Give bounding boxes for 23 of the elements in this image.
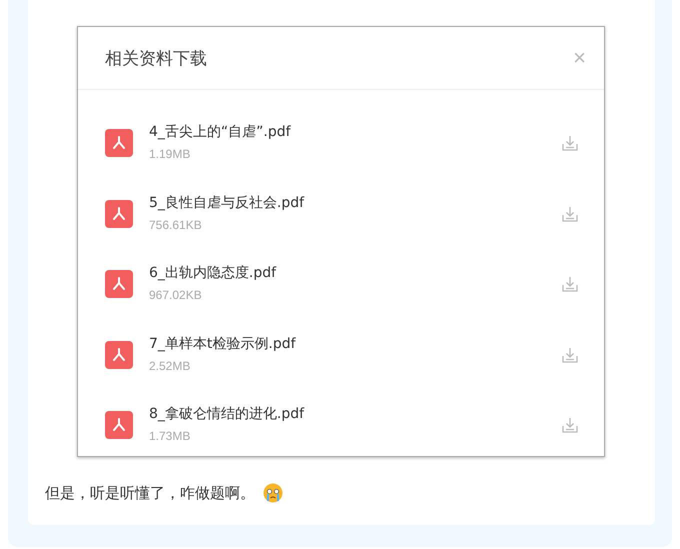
dialog-title: 相关资料下载: [105, 48, 207, 70]
pdf-icon: [105, 411, 133, 440]
file-size: 756.61KB: [149, 218, 203, 232]
file-size: 1.73MB: [149, 429, 192, 444]
download-icon[interactable]: [562, 417, 578, 434]
pdf-icon: [105, 129, 133, 158]
message-text: 但是，听是听懂了，咋做题啊。: [45, 484, 255, 502]
file-name[interactable]: 4_舌尖上的“自虐”.pdf: [149, 123, 562, 142]
pdf-icon: [105, 340, 133, 369]
pdf-icon: [105, 270, 133, 298]
download-icon[interactable]: [562, 346, 578, 363]
file-size: 967.02KB: [149, 288, 203, 302]
download-icon[interactable]: [562, 276, 578, 292]
file-name[interactable]: 6_出轨内隐态度.pdf: [149, 264, 562, 282]
download-icon[interactable]: [562, 135, 578, 152]
file-name[interactable]: 5_良性自虐与反社会.pdf: [149, 194, 562, 212]
file-size: 2.52MB: [149, 358, 192, 373]
crying-emoji-icon: [263, 483, 283, 503]
file-name[interactable]: 7_单样本t检验示例.pdf: [149, 334, 562, 353]
pdf-icon: [105, 200, 133, 228]
file-size: 1.19MB: [149, 147, 192, 162]
file-name[interactable]: 8_拿破仑情结的进化.pdf: [149, 405, 562, 424]
download-icon[interactable]: [562, 206, 578, 222]
